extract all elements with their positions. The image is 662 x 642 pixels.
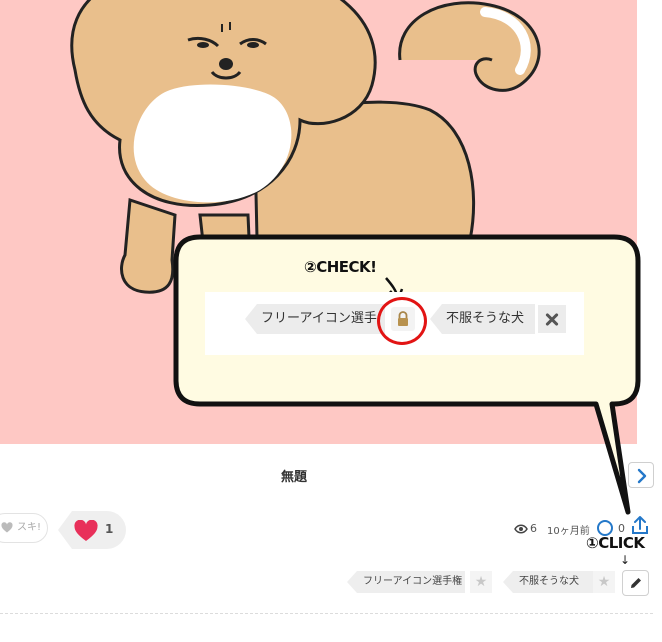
share-icon[interactable] xyxy=(632,515,648,535)
divider xyxy=(0,613,653,614)
check-annotation: ②CHECK! xyxy=(304,258,377,276)
heart-icon xyxy=(74,520,98,541)
next-button[interactable] xyxy=(628,462,654,488)
like-count-badge: 1 xyxy=(58,511,126,549)
edit-tags-button[interactable] xyxy=(622,570,649,596)
pencil-icon xyxy=(631,578,641,588)
chevron-right-icon xyxy=(637,468,647,484)
post-time: 10ヶ月前 xyxy=(547,526,590,537)
view-count: 6 xyxy=(530,522,537,535)
click-arrow: ↓ xyxy=(620,553,631,567)
highlight-ring xyxy=(377,297,427,345)
suki-button[interactable]: スキ! xyxy=(0,513,48,543)
heart-outline-icon xyxy=(1,522,13,533)
eye-icon xyxy=(514,524,528,534)
post-illustration xyxy=(0,0,637,444)
dog-illustration xyxy=(70,0,541,294)
like-count: 1 xyxy=(105,522,114,536)
tag-item[interactable]: 不服そうな犬 xyxy=(503,571,593,593)
zoomed-tag-free-icon: フリーアイコン選手権 xyxy=(245,304,385,334)
star-icon[interactable]: ★ xyxy=(593,571,615,593)
suki-label: スキ! xyxy=(17,522,42,533)
tag-item[interactable]: フリーアイコン選手権 xyxy=(347,571,465,593)
star-icon[interactable]: ★ xyxy=(470,571,492,593)
zoomed-tag-grumpy-dog: 不服そうな犬 xyxy=(430,304,535,334)
close-icon[interactable] xyxy=(538,305,566,333)
post-title: 無題 xyxy=(280,470,307,485)
tag-list: フリーアイコン選手権 ★ 不服そうな犬 ★ xyxy=(0,571,662,593)
click-annotation: ①CLICK xyxy=(586,534,645,552)
